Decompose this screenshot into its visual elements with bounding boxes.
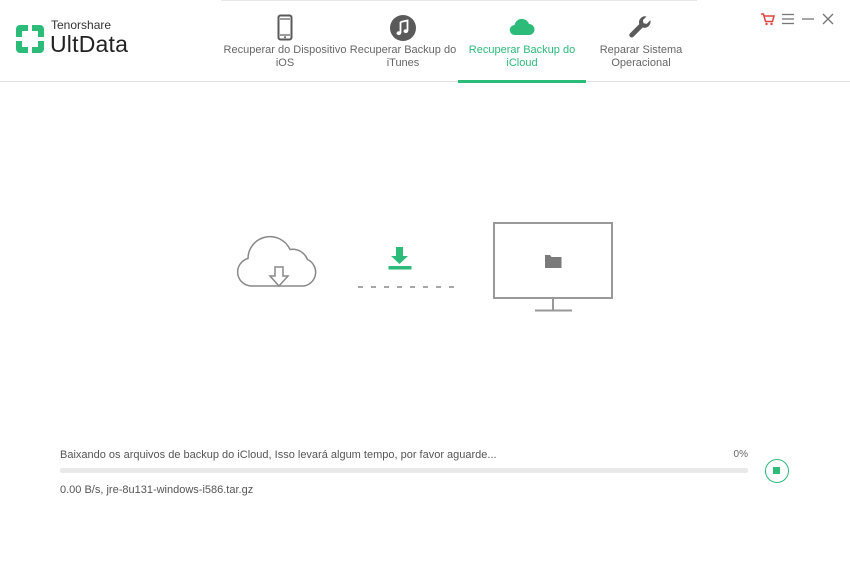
ultdata-logo-icon (16, 25, 44, 53)
progress-percent: 0% (733, 449, 748, 460)
stop-button[interactable] (765, 459, 789, 483)
tab-label: Recuperar Backup do iTunes (349, 44, 457, 69)
company-name: Tenorshare (51, 18, 112, 32)
cloud-download-icon (236, 235, 317, 288)
window-controls (760, 11, 840, 29)
menu-icon[interactable] (780, 11, 796, 27)
mode-tabs: Recuperar do Dispositivo iOS Recuperar B… (221, 0, 697, 83)
cloud-icon (509, 18, 535, 36)
tab-repair-os[interactable]: Reparar Sistema Operacional (577, 1, 705, 82)
status-message: Baixando os arquivos de backup do iCloud… (60, 449, 497, 461)
minimize-icon[interactable] (800, 11, 816, 27)
tab-recover-icloud-backup[interactable]: Recuperar Backup do iCloud (458, 1, 586, 83)
transfer-detail: 0.00 B/s, jre-8u131-windows-i586.tar.gz (60, 484, 254, 496)
monitor-folder-icon (493, 222, 613, 312)
tab-label: Recuperar Backup do iCloud (468, 44, 576, 69)
tab-label: Reparar Sistema Operacional (599, 44, 683, 69)
tab-recover-ios-device[interactable]: Recuperar do Dispositivo iOS (221, 1, 349, 82)
phone-icon (277, 14, 293, 41)
stop-icon (773, 467, 780, 474)
product-name: UltData (50, 31, 129, 57)
cart-icon[interactable] (760, 11, 776, 27)
download-arrow-icon (388, 247, 412, 270)
wrench-icon (629, 16, 651, 38)
download-illustration (0, 82, 850, 412)
progress-bar (60, 468, 748, 473)
itunes-music-icon (390, 15, 416, 41)
tab-label: Recuperar do Dispositivo iOS (223, 44, 347, 69)
close-icon[interactable] (820, 11, 836, 27)
tab-recover-itunes-backup[interactable]: Recuperar Backup do iTunes (339, 1, 467, 82)
app-header: Tenorshare UltData Recuperar do Disposit… (0, 0, 850, 83)
